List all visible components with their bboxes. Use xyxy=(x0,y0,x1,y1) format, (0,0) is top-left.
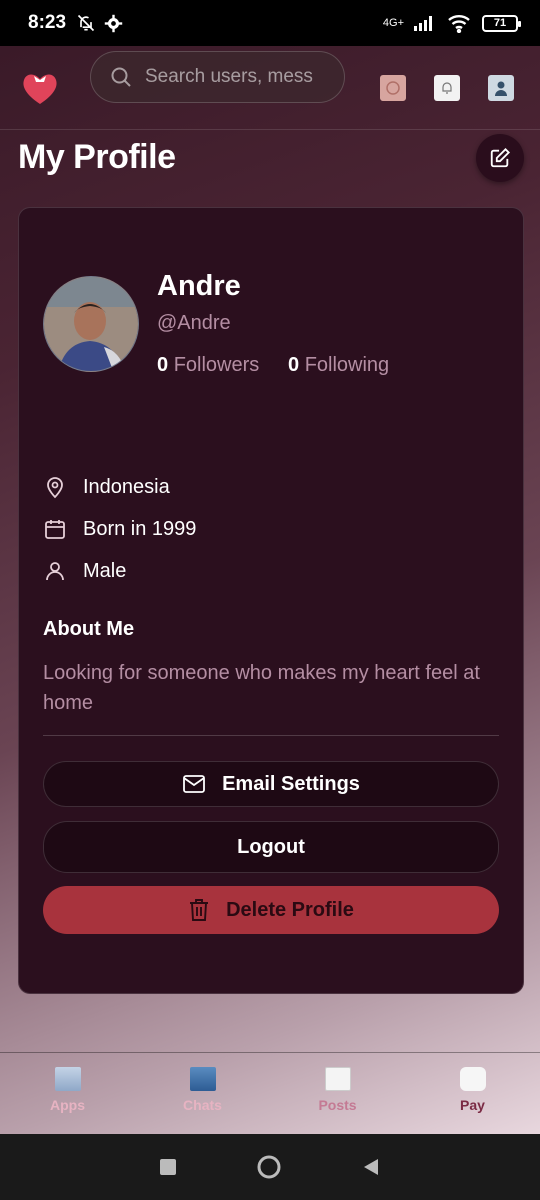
network-type: 4G+ xyxy=(382,17,404,29)
status-bar: 8:23 4G+ 71 xyxy=(0,0,540,46)
app-logo-icon[interactable] xyxy=(20,68,60,108)
location-row: Indonesia xyxy=(43,475,170,499)
notification-bell-icon[interactable] xyxy=(434,75,460,101)
profile-thumb-icon[interactable] xyxy=(488,75,514,101)
logout-button[interactable]: Logout xyxy=(43,821,499,873)
profile-name: Andre xyxy=(157,270,241,302)
email-settings-button[interactable]: Email Settings xyxy=(43,761,499,807)
following-label: Following xyxy=(304,354,390,376)
status-time: 8:23 xyxy=(28,12,67,33)
avatar-thumb-icon[interactable] xyxy=(380,75,406,101)
followers-label: Followers xyxy=(173,354,260,376)
back-icon[interactable] xyxy=(361,1157,381,1177)
email-settings-label: Email Settings xyxy=(222,772,360,795)
followers-link[interactable]: 0 Followers xyxy=(157,354,259,377)
recent-apps-icon[interactable] xyxy=(159,1158,177,1176)
gender-row: Male xyxy=(43,559,126,583)
birth-row: Born in 1999 xyxy=(43,517,196,541)
system-nav-bar xyxy=(0,1134,540,1200)
app-screen: Search users, mess My Profile Andre @And… xyxy=(0,46,540,1134)
calendar-icon xyxy=(45,520,65,539)
mail-icon xyxy=(183,775,205,793)
page-title: My Profile xyxy=(18,138,176,176)
followers-count: 0 xyxy=(157,354,169,376)
following-link[interactable]: 0 Following xyxy=(288,354,389,377)
search-icon xyxy=(111,67,131,87)
about-title: About Me xyxy=(43,618,135,640)
profile-handle: @Andre xyxy=(157,312,231,334)
location-text: Indonesia xyxy=(83,475,170,498)
about-text: Looking for someone who makes my heart f… xyxy=(43,662,480,714)
search-placeholder: Search users, mess xyxy=(145,66,313,87)
person-icon xyxy=(46,562,64,581)
nav-label-posts: Posts xyxy=(318,1097,357,1113)
profile-card: Andre @Andre 0 Followers 0 Following Ind… xyxy=(18,207,524,994)
home-icon[interactable] xyxy=(256,1154,282,1180)
settings-gear-icon xyxy=(104,14,123,32)
gender-text: Male xyxy=(83,559,127,582)
birth-text: Born in 1999 xyxy=(83,517,197,540)
bottom-nav: Apps Chats Posts Pay xyxy=(0,1052,540,1134)
search-input[interactable]: Search users, mess xyxy=(90,51,345,103)
nav-item-apps[interactable]: Apps xyxy=(0,1053,135,1134)
posts-icon xyxy=(324,1067,351,1091)
nav-item-posts[interactable]: Posts xyxy=(270,1053,405,1134)
nav-label-apps: Apps xyxy=(50,1097,85,1113)
delete-profile-button[interactable]: Delete Profile xyxy=(43,886,499,934)
signal-icon xyxy=(414,16,432,31)
edit-profile-button[interactable] xyxy=(476,134,524,182)
wifi-icon xyxy=(448,15,470,33)
divider xyxy=(43,735,499,736)
nav-item-chats[interactable]: Chats xyxy=(135,1053,270,1134)
trash-icon xyxy=(190,899,209,921)
edit-icon xyxy=(490,147,511,168)
delete-profile-label: Delete Profile xyxy=(226,898,354,921)
following-count: 0 xyxy=(288,354,300,376)
battery-indicator: 71 xyxy=(482,14,521,32)
pay-icon xyxy=(459,1067,486,1091)
nav-label-pay: Pay xyxy=(460,1097,485,1113)
avatar xyxy=(43,276,139,372)
nav-label-chats: Chats xyxy=(183,1097,222,1113)
logout-label: Logout xyxy=(237,835,305,858)
apps-icon xyxy=(54,1067,81,1091)
location-pin-icon xyxy=(47,477,63,499)
notifications-off-icon xyxy=(77,14,95,32)
nav-item-pay[interactable]: Pay xyxy=(405,1053,540,1134)
chats-icon xyxy=(189,1067,216,1091)
